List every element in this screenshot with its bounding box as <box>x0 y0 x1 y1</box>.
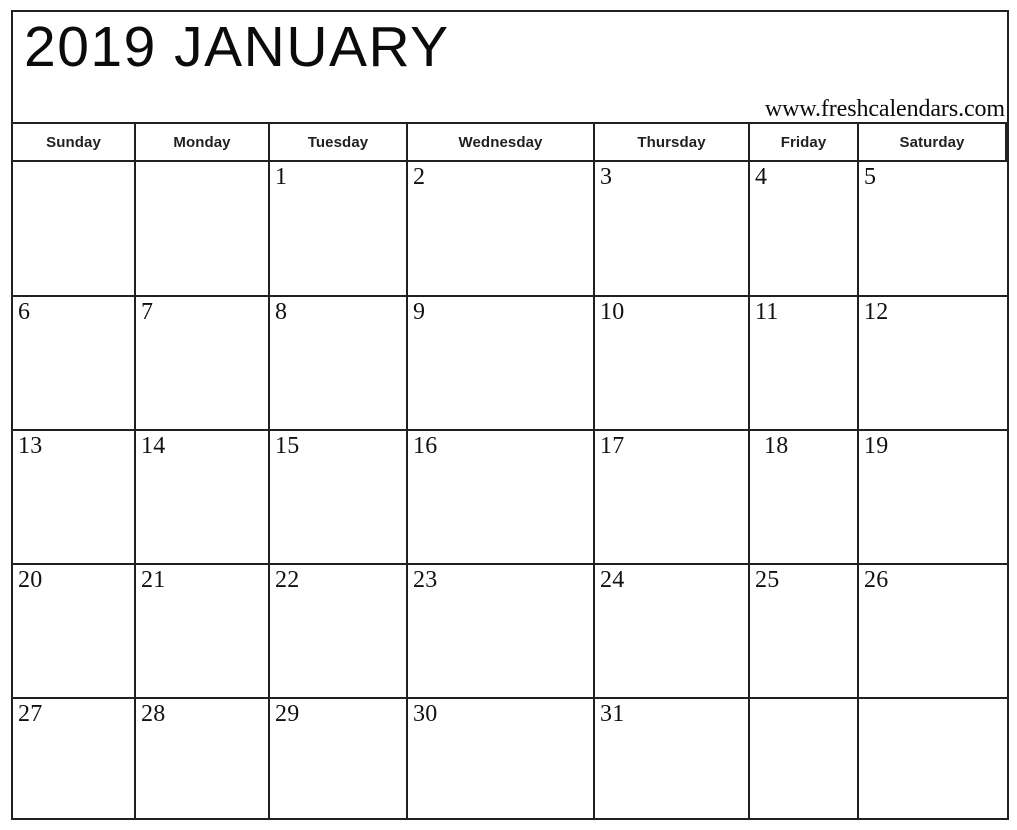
weekday-header-label: Wednesday <box>458 133 543 151</box>
day-cell[interactable]: 7 <box>136 297 270 431</box>
weekday-header-label: Thursday <box>637 133 706 151</box>
day-cell[interactable]: 1 <box>270 162 408 297</box>
day-number: 22 <box>275 567 300 593</box>
day-cell[interactable]: 25 <box>750 565 859 699</box>
day-number: 17 <box>600 433 625 459</box>
weekday-header-thursday: Thursday <box>595 124 750 162</box>
day-cell[interactable]: 11 <box>750 297 859 431</box>
day-cell[interactable]: 8 <box>270 297 408 431</box>
day-cell[interactable] <box>136 162 270 297</box>
weekday-header-label: Monday <box>173 133 231 151</box>
day-number: 12 <box>864 299 889 325</box>
day-number: 10 <box>600 299 625 325</box>
day-cell[interactable] <box>750 699 859 818</box>
day-cell[interactable]: 4 <box>750 162 859 297</box>
calendar-grid: Sunday Monday Tuesday Wednesday Thursday… <box>13 124 1007 818</box>
day-cell[interactable]: 20 <box>13 565 136 699</box>
day-cell[interactable]: 15 <box>270 431 408 565</box>
weekday-header-friday: Friday <box>750 124 859 162</box>
day-number: 14 <box>141 433 166 459</box>
day-cell[interactable]: 27 <box>13 699 136 818</box>
weekday-header-sunday: Sunday <box>13 124 136 162</box>
day-cell[interactable]: 3 <box>595 162 750 297</box>
day-cell[interactable]: 6 <box>13 297 136 431</box>
day-cell[interactable]: 16 <box>408 431 595 565</box>
day-cell[interactable]: 30 <box>408 699 595 818</box>
day-cell[interactable]: 23 <box>408 565 595 699</box>
day-cell[interactable]: 18 <box>750 431 859 565</box>
day-number: 24 <box>600 567 625 593</box>
day-number: 5 <box>864 164 877 190</box>
day-cell[interactable]: 19 <box>859 431 1007 565</box>
day-cell[interactable]: 21 <box>136 565 270 699</box>
day-number: 25 <box>755 567 780 593</box>
day-cell[interactable]: 31 <box>595 699 750 818</box>
day-number: 21 <box>141 567 166 593</box>
day-cell[interactable]: 13 <box>13 431 136 565</box>
day-number: 28 <box>141 701 166 727</box>
day-cell[interactable] <box>859 699 1007 818</box>
calendar-title-band: 2019 JANUARY www.freshcalendars.com <box>13 12 1007 124</box>
day-number: 3 <box>600 164 613 190</box>
day-number: 18 <box>764 433 789 459</box>
day-number: 2 <box>413 164 426 190</box>
day-cell[interactable]: 22 <box>270 565 408 699</box>
calendar-frame: 2019 JANUARY www.freshcalendars.com Sund… <box>11 10 1009 820</box>
day-number: 1 <box>275 164 288 190</box>
day-number: 20 <box>18 567 43 593</box>
day-number: 29 <box>275 701 300 727</box>
weekday-header-label: Saturday <box>899 133 965 151</box>
day-number: 19 <box>864 433 889 459</box>
day-cell[interactable]: 24 <box>595 565 750 699</box>
day-cell[interactable]: 14 <box>136 431 270 565</box>
day-number: 7 <box>141 299 154 325</box>
day-number: 6 <box>18 299 31 325</box>
day-cell[interactable]: 26 <box>859 565 1007 699</box>
day-cell[interactable]: 9 <box>408 297 595 431</box>
day-cell[interactable]: 17 <box>595 431 750 565</box>
day-number: 26 <box>864 567 889 593</box>
weekday-header-monday: Monday <box>136 124 270 162</box>
weekday-header-tuesday: Tuesday <box>270 124 408 162</box>
calendar-page: 2019 JANUARY www.freshcalendars.com Sund… <box>0 0 1017 830</box>
day-cell[interactable]: 2 <box>408 162 595 297</box>
day-number: 27 <box>18 701 43 727</box>
day-number: 23 <box>413 567 438 593</box>
day-number: 31 <box>600 701 625 727</box>
day-cell[interactable]: 5 <box>859 162 1007 297</box>
day-number: 8 <box>275 299 288 325</box>
day-number: 13 <box>18 433 43 459</box>
weekday-header-label: Friday <box>780 133 827 151</box>
day-cell[interactable]: 10 <box>595 297 750 431</box>
day-number: 4 <box>755 164 768 190</box>
weekday-header-label: Tuesday <box>307 133 369 151</box>
watermark-url: www.freshcalendars.com <box>764 96 1005 122</box>
day-cell[interactable]: 12 <box>859 297 1007 431</box>
day-number: 9 <box>413 299 426 325</box>
day-cell[interactable]: 29 <box>270 699 408 818</box>
weekday-header-saturday: Saturday <box>859 124 1007 162</box>
weekday-header-label: Sunday <box>46 133 101 151</box>
day-cell[interactable] <box>13 162 136 297</box>
calendar-title: 2019 JANUARY <box>24 15 450 79</box>
day-number: 15 <box>275 433 300 459</box>
weekday-header-wednesday: Wednesday <box>408 124 595 162</box>
day-number: 30 <box>413 701 438 727</box>
day-number: 11 <box>755 299 779 325</box>
day-number: 16 <box>413 433 438 459</box>
day-cell[interactable]: 28 <box>136 699 270 818</box>
